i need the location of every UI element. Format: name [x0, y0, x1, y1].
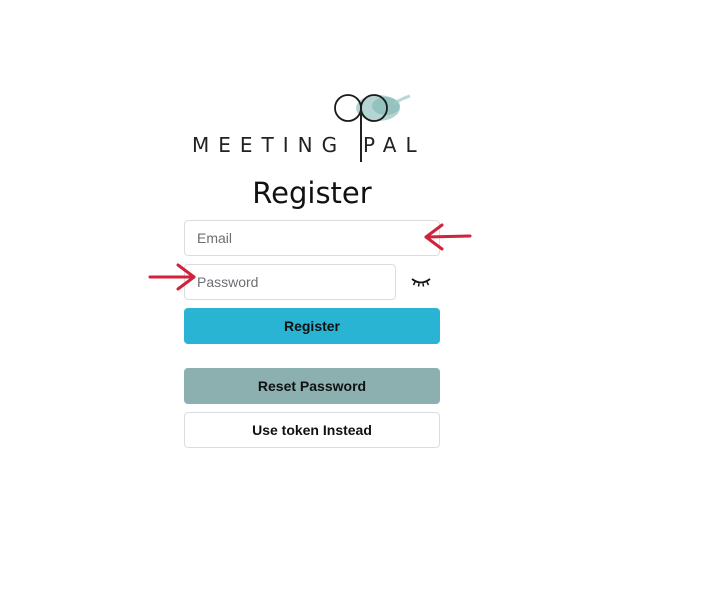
register-page: MEETING PAL Register Register Reset Pass…: [0, 0, 702, 600]
arrow-right-annotation-icon: [148, 263, 196, 291]
reset-password-button[interactable]: Reset Password: [184, 368, 440, 404]
page-title: Register: [252, 176, 372, 210]
email-field[interactable]: [184, 220, 440, 256]
logo-word-pal: PAL: [363, 133, 426, 157]
eye-closed-icon[interactable]: [409, 274, 433, 290]
use-token-button[interactable]: Use token Instead: [184, 412, 440, 448]
use-token-button-label: Use token Instead: [252, 422, 372, 438]
register-button-label: Register: [283, 318, 341, 334]
password-field[interactable]: [184, 264, 396, 300]
meetingpal-logo: MEETING PAL: [188, 88, 438, 168]
register-button[interactable]: Register: [184, 308, 440, 344]
reset-password-button-label: Reset Password: [257, 378, 367, 394]
logo-word-meeting: MEETING: [192, 133, 347, 157]
arrow-left-annotation-icon: [424, 223, 472, 251]
